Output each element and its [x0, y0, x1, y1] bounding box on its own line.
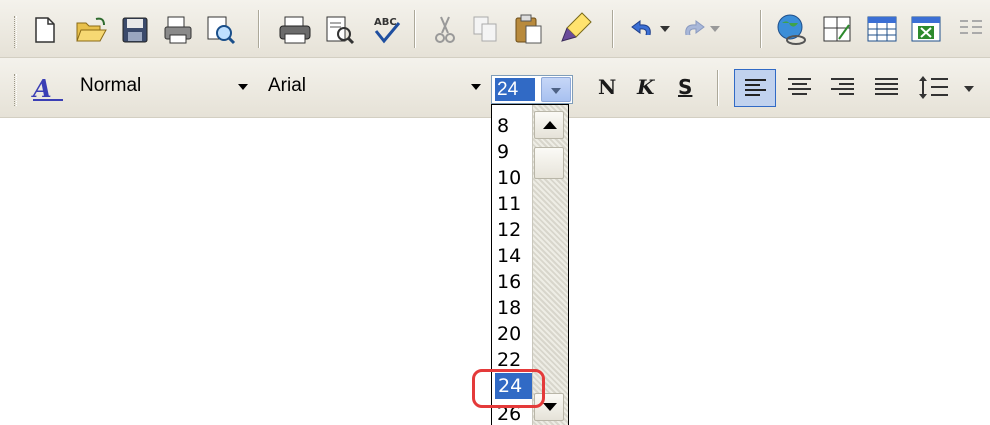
- insert-image-icon[interactable]: [822, 15, 852, 43]
- toolbar-grip[interactable]: [14, 74, 17, 106]
- cut-icon[interactable]: [434, 15, 456, 45]
- redo-dropdown-icon[interactable]: [710, 26, 720, 34]
- print-icon[interactable]: [164, 15, 194, 45]
- toolbar-separator: [414, 10, 416, 48]
- new-document-icon[interactable]: [34, 17, 56, 43]
- line-spacing-dropdown-icon[interactable]: [964, 86, 974, 94]
- save-icon[interactable]: [122, 17, 148, 43]
- list-item[interactable]: 10: [497, 165, 521, 191]
- font-combo[interactable]: Arial: [268, 70, 483, 100]
- toolbar-separator: [760, 10, 762, 48]
- italic-button[interactable]: K: [637, 75, 654, 99]
- align-left-button[interactable]: [734, 69, 776, 107]
- table-icon[interactable]: [866, 15, 898, 43]
- chevron-down-icon[interactable]: [238, 84, 248, 90]
- svg-text:A: A: [31, 75, 52, 103]
- scroll-up-button[interactable]: [534, 111, 564, 139]
- hyperlink-icon[interactable]: [776, 13, 808, 47]
- line-spacing-icon[interactable]: [918, 75, 956, 101]
- undo-dropdown-icon[interactable]: [660, 26, 670, 34]
- svg-text:ABC: ABC: [374, 17, 397, 28]
- excel-table-icon[interactable]: [910, 15, 942, 43]
- chevron-down-icon: [551, 88, 561, 94]
- open-folder-icon[interactable]: [76, 17, 108, 43]
- list-item[interactable]: 18: [497, 295, 521, 321]
- list-item[interactable]: 11: [497, 191, 521, 217]
- arrow-up-icon: [543, 121, 557, 129]
- scrollbar-thumb[interactable]: [534, 147, 564, 179]
- toolbar-grip[interactable]: [14, 16, 17, 48]
- find-icon[interactable]: [325, 15, 355, 45]
- list-item[interactable]: 16: [497, 269, 521, 295]
- format-painter-icon[interactable]: [560, 11, 594, 45]
- arrow-down-icon: [543, 403, 557, 411]
- list-item[interactable]: 9: [497, 139, 509, 165]
- toolbar-separator: [612, 10, 614, 48]
- chevron-down-icon[interactable]: [471, 84, 481, 90]
- list-item[interactable]: 12: [497, 217, 521, 243]
- standard-toolbar: ABC: [0, 0, 990, 58]
- highlight-annotation: [472, 369, 545, 408]
- font-size-combo[interactable]: 24: [491, 75, 573, 104]
- style-icon[interactable]: A: [31, 75, 65, 103]
- copy-icon[interactable]: [472, 15, 500, 43]
- bold-button[interactable]: N: [598, 75, 616, 99]
- font-size-value[interactable]: 24: [495, 78, 535, 101]
- redo-icon[interactable]: [680, 19, 706, 39]
- align-left-icon: [745, 79, 766, 96]
- list-item[interactable]: 20: [497, 321, 521, 347]
- style-combo[interactable]: Normal: [80, 70, 260, 100]
- spell-check-icon[interactable]: ABC: [372, 13, 402, 45]
- toolbar-separator: [258, 10, 260, 48]
- undo-icon[interactable]: [630, 19, 656, 39]
- underline-button[interactable]: S: [678, 75, 692, 99]
- font-combo-value: Arial: [268, 75, 307, 96]
- align-center-icon[interactable]: [787, 77, 813, 99]
- toolbar-separator: [717, 70, 719, 106]
- font-size-dropdown-button[interactable]: [541, 77, 571, 102]
- paste-icon[interactable]: [514, 13, 544, 45]
- align-justify-icon[interactable]: [874, 77, 900, 99]
- columns-icon[interactable]: [958, 17, 984, 41]
- print-preview-icon[interactable]: [206, 15, 236, 45]
- list-item[interactable]: 14: [497, 243, 521, 269]
- list-item[interactable]: 8: [497, 113, 509, 139]
- print-icon-2[interactable]: [279, 15, 311, 45]
- align-right-icon[interactable]: [830, 77, 856, 99]
- style-combo-value: Normal: [80, 75, 142, 96]
